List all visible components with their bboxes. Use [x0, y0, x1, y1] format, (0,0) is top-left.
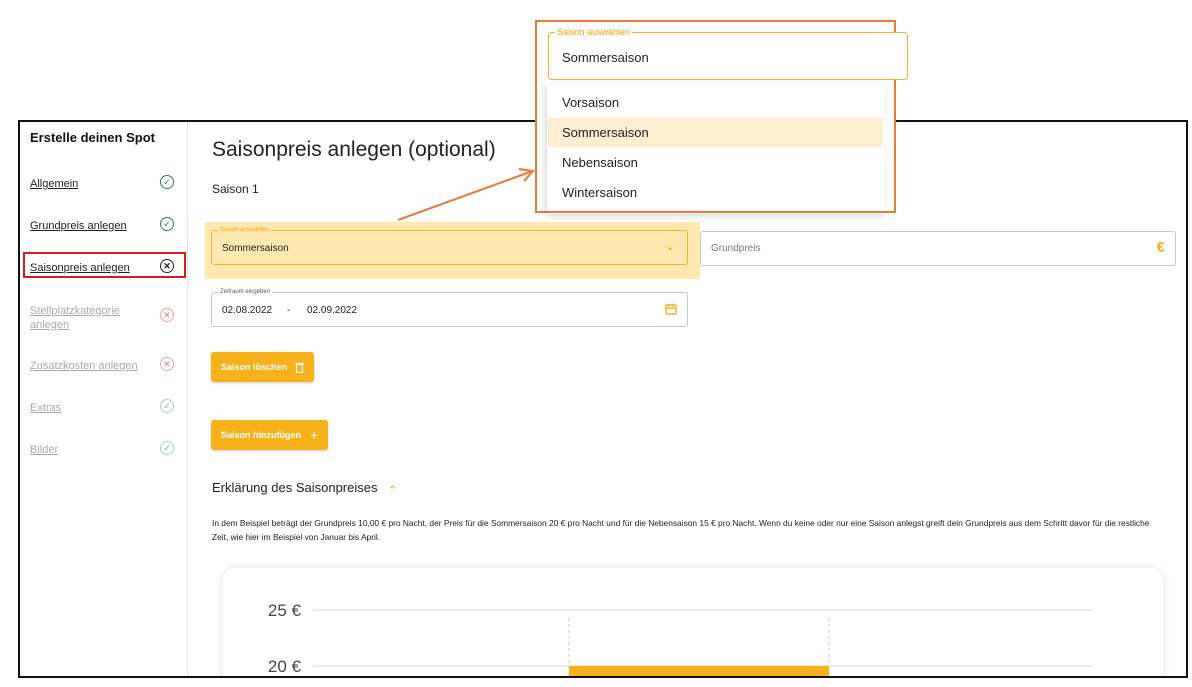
- option-nebensaison[interactable]: Nebensaison: [548, 148, 883, 177]
- option-wintersaison[interactable]: Wintersaison: [548, 178, 883, 207]
- dropdown-menu: Vorsaison Sommersaison Nebensaison Winte…: [547, 84, 885, 214]
- option-vorsaison[interactable]: Vorsaison: [548, 88, 883, 117]
- field-legend: Saison auswählen: [555, 27, 633, 37]
- callout-season-select[interactable]: Saison auswählen Sommersaison: [548, 27, 908, 80]
- dropdown-callout: Saison auswählen Sommersaison Vorsaison …: [535, 20, 908, 214]
- callout-select-value: Sommersaison: [562, 50, 649, 65]
- option-sommersaison[interactable]: Sommersaison: [548, 118, 883, 147]
